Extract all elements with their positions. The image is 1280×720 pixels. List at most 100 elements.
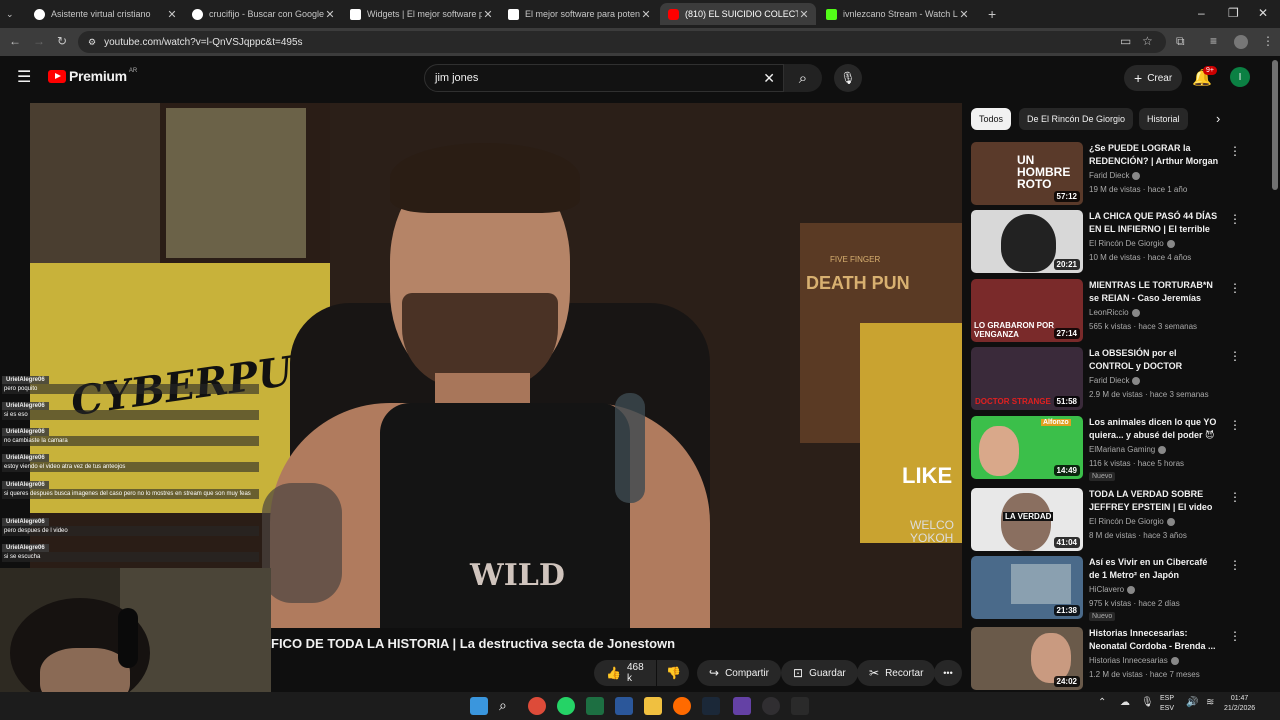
recommendation-item[interactable]: 24:02 Historias Innecesarias: Neonatal C… [971,627,1271,693]
like-button[interactable]: 👍 468 k [594,660,656,686]
account-avatar[interactable]: I [1230,67,1250,87]
start-windows-icon[interactable] [470,697,488,715]
more-options-icon[interactable]: ⋮ [1229,281,1241,295]
tab-search-button[interactable]: ⌄ [2,3,22,25]
tab-3[interactable]: El mejor software para potencia ✕ [500,3,658,25]
tab-close-icon[interactable]: ✕ [798,8,810,21]
tab-close-icon[interactable]: ✕ [640,8,652,21]
recommendation-title[interactable]: Los animales dicen lo que YO quiera... y… [1089,416,1219,443]
chip-todos[interactable]: Todos [971,108,1012,130]
share-button[interactable]: ↪ Compartir [697,660,781,686]
keyboard-language[interactable]: ESP ESV [1160,694,1174,714]
back-arrow-icon[interactable]: ← [9,34,21,48]
profile-avatar[interactable] [1234,35,1248,49]
file-explorer-icon[interactable] [644,697,662,715]
tab-close-icon[interactable]: ✕ [958,8,970,21]
more-options-icon[interactable]: ⋮ [1229,629,1241,643]
more-options-icon[interactable]: ⋮ [1229,490,1241,504]
close-window-button[interactable]: ✕ [1258,6,1268,20]
more-actions-button[interactable]: ••• [934,660,962,686]
recommendation-title[interactable]: TODA LA VERDAD SOBRE JEFFREY EPSTEIN | E… [1089,488,1219,515]
search-button[interactable]: ⌕ [784,64,822,92]
tab-2[interactable]: Widgets | El mejor software par ✕ [342,3,500,25]
clear-search-icon[interactable]: ✕ [763,70,775,87]
chip-historial[interactable]: Historial [1139,108,1188,130]
obs-icon[interactable] [762,697,780,715]
recommendation-item[interactable]: LA VERDAD 41:04 TODA LA VERDAD SOBRE JEF… [971,488,1271,554]
wifi-icon[interactable]: ≋ [1206,697,1214,708]
tray-overflow-chevron-icon[interactable]: ⌃ [1098,697,1116,715]
recommendation-title[interactable]: LA CHICA QUE PASÓ 44 DÍAS EN EL INFIERNO… [1089,210,1219,237]
minimize-button[interactable]: – [1198,6,1205,20]
tab-4-active[interactable]: (810) EL SUICIDIO COLECTIVO I ✕ [660,3,816,25]
recommendation-channel[interactable]: Historias Innecesarias [1089,656,1179,665]
more-options-icon[interactable]: ⋮ [1229,558,1241,572]
extensions-icon[interactable]: ⧉ [1176,34,1185,49]
recommendation-item[interactable]: LO GRABARON POR VENGANZA 27:14 MIENTRAS … [971,279,1271,345]
more-options-icon[interactable]: ⋮ [1229,212,1241,226]
more-options-icon[interactable]: ⋮ [1229,349,1241,363]
chips-next-chevron-icon[interactable]: › [1216,111,1220,126]
tab-close-icon[interactable]: ✕ [166,8,178,21]
excel-icon[interactable] [586,697,604,715]
maximize-button[interactable]: ❐ [1228,6,1239,20]
video-thumbnail[interactable]: DOCTOR STRANGE 51:58 [971,347,1083,410]
site-info-icon[interactable]: ⚙ [88,37,96,48]
recommendation-item[interactable]: 21:38 Así es Vivir en un Cibercafé de 1 … [971,556,1271,622]
page-scrollbar[interactable] [1272,60,1278,190]
tab-1[interactable]: crucifijo - Buscar con Google ✕ [184,3,342,25]
recommendation-item[interactable]: Alfonzo 14:49 Los animales dicen lo que … [971,416,1271,482]
recommendation-channel[interactable]: LeonRiccio [1089,308,1140,317]
video-thumbnail[interactable]: LO GRABARON POR VENGANZA 27:14 [971,279,1083,342]
tab-close-icon[interactable]: ✕ [482,8,494,21]
whatsapp-icon[interactable] [557,697,575,715]
cast-icon[interactable]: ▭ [1120,34,1131,48]
video-thumbnail[interactable]: 24:02 [971,627,1083,690]
dislike-button[interactable]: 👎 [657,660,689,686]
recommendation-item[interactable]: DOCTOR STRANGE 51:58 La OBSESIÓN por el … [971,347,1271,413]
microphone-tray-icon[interactable]: 🎙 [1141,697,1159,715]
more-options-icon[interactable]: ⋮ [1229,418,1241,432]
recommendation-channel[interactable]: ElMariana Gaming [1089,445,1167,454]
save-button[interactable]: ⊡ Guardar [781,660,858,686]
epic-games-icon[interactable] [791,697,809,715]
search-input[interactable]: jim jones ✕ [424,64,784,92]
recommendation-item[interactable]: 20:21 LA CHICA QUE PASÓ 44 DÍAS EN EL IN… [971,210,1271,276]
onedrive-icon[interactable]: ☁ [1120,697,1138,715]
video-thumbnail[interactable]: Alfonzo 14:49 [971,416,1083,479]
search-taskbar-icon[interactable]: ⌕ [499,697,517,715]
tab-close-icon[interactable]: ✕ [324,8,336,21]
recommendation-title[interactable]: Historias Innecesarias: Neonatal Cordoba… [1089,627,1219,654]
voice-search-button[interactable]: 🎙 [834,64,862,92]
address-bar[interactable]: ⚙ youtube.com/watch?v=l-QnVSJqppc&t=495s [78,31,1166,53]
forward-arrow-icon[interactable]: → [33,34,45,48]
create-button[interactable]: + Crear [1124,65,1183,91]
reading-list-icon[interactable]: ≡ [1210,34,1217,48]
recommendation-channel[interactable]: Farid Dieck [1089,171,1141,180]
recommendation-channel[interactable]: HiClavero [1089,585,1136,594]
media-app-icon[interactable] [673,697,691,715]
bookmark-star-icon[interactable]: ☆ [1142,34,1153,48]
recommendation-channel[interactable]: Farid Dieck [1089,376,1141,385]
recommendation-channel[interactable]: El Rincón De Giorgio [1089,517,1175,526]
hamburger-menu-icon[interactable]: ☰ [17,67,31,87]
video-thumbnail[interactable]: 21:38 [971,556,1083,619]
more-options-icon[interactable]: ⋮ [1229,144,1241,158]
clip-button[interactable]: ✂ Recortar [857,660,936,686]
chrome-icon[interactable] [528,697,546,715]
reload-icon[interactable]: ↻ [57,34,67,48]
new-tab-button[interactable]: + [980,3,1000,25]
word-icon[interactable] [615,697,633,715]
streaming-app-icon[interactable] [733,697,751,715]
recommendation-title[interactable]: Así es Vivir en un Cibercafé de 1 Metro²… [1089,556,1219,583]
recommendation-item[interactable]: UN HOMBRE ROTO 57:12 ¿Se PUEDE LOGRAR la… [971,142,1271,208]
recommendation-channel[interactable]: El Rincón De Giorgio [1089,239,1175,248]
recommendation-title[interactable]: ¿Se PUEDE LOGRAR la REDENCIÓN? | Arthur … [1089,142,1219,169]
steam-icon[interactable] [702,697,720,715]
tab-5[interactable]: ivnlezcano Stream - Watch Live ✕ [818,3,976,25]
chip-channel[interactable]: De El Rincón De Giorgio [1019,108,1134,130]
video-thumbnail[interactable]: LA VERDAD 41:04 [971,488,1083,551]
browser-menu-icon[interactable]: ⋮ [1262,34,1274,48]
speaker-icon[interactable]: 🔊 [1186,697,1198,708]
video-thumbnail[interactable]: UN HOMBRE ROTO 57:12 [971,142,1083,205]
